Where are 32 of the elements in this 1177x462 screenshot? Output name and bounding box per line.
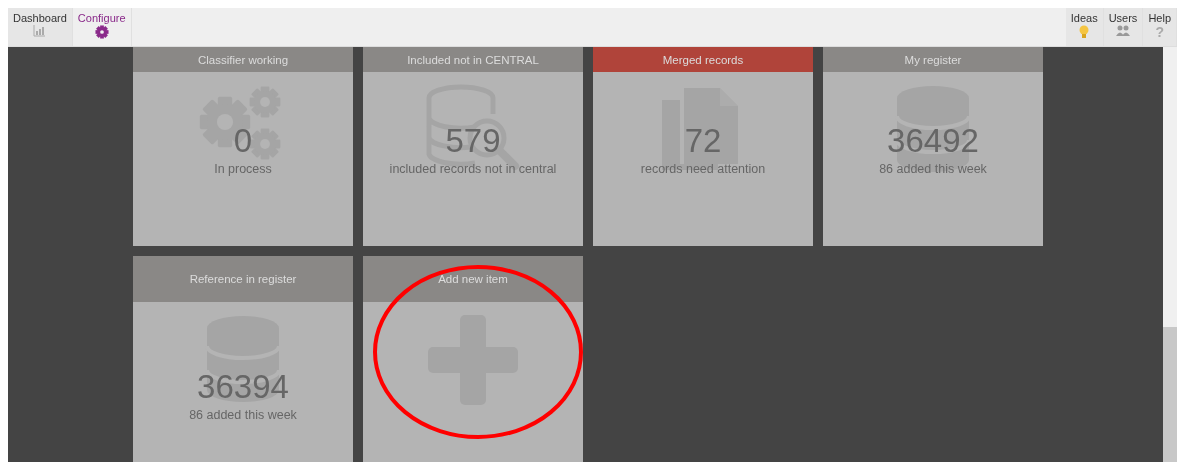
nav-button[interactable]: Users [1103,8,1144,46]
nav-button[interactable]: Help ? [1143,8,1177,46]
nav-button[interactable]: Dashboard [8,8,73,46]
tile-title: Merged records [662,53,744,66]
tile-value: 72 [684,122,722,160]
scrollbar[interactable] [1163,47,1177,462]
tile-value: 36492 [887,122,979,160]
dashboard-tile[interactable]: Reference in register 36394 86 added this week [133,256,353,462]
tile-title: Included not in CENTRAL [407,53,539,66]
tile-title: Reference in register [189,273,297,285]
lightbulb-icon [1079,25,1090,39]
bar-chart-icon [33,25,47,37]
question-mark-icon: ? [1155,25,1164,39]
tile-caption: records need attention [640,162,766,176]
dashboard-tile[interactable]: Classifier working 0 In process [133,47,353,246]
nav-button[interactable]: Ideas [1065,8,1104,46]
tile-value: 579 [445,122,501,160]
tile-caption: In process [214,162,272,176]
users-icon [1116,25,1130,37]
tile-caption: included records not in central [389,162,557,176]
dashboard-tile[interactable]: Add new item [363,256,583,462]
tile-caption: 86 added this week [189,408,297,422]
dashboard-tile[interactable]: Included not in CENTRAL 579 included records not in central [363,47,583,246]
gear-icon [94,25,109,39]
tile-title: My register [904,53,962,66]
tile-value: 0 [233,122,253,160]
dashboard-tile[interactable]: Merged records 72 records need attention [593,47,813,246]
tile-title: Classifier working [197,53,289,66]
dashboard-tile[interactable]: My register 36492 86 added this week [823,47,1043,246]
tile-title: Add new item [438,273,508,285]
tile-caption: 86 added this week [879,162,987,176]
tile-value: 36394 [197,368,289,406]
